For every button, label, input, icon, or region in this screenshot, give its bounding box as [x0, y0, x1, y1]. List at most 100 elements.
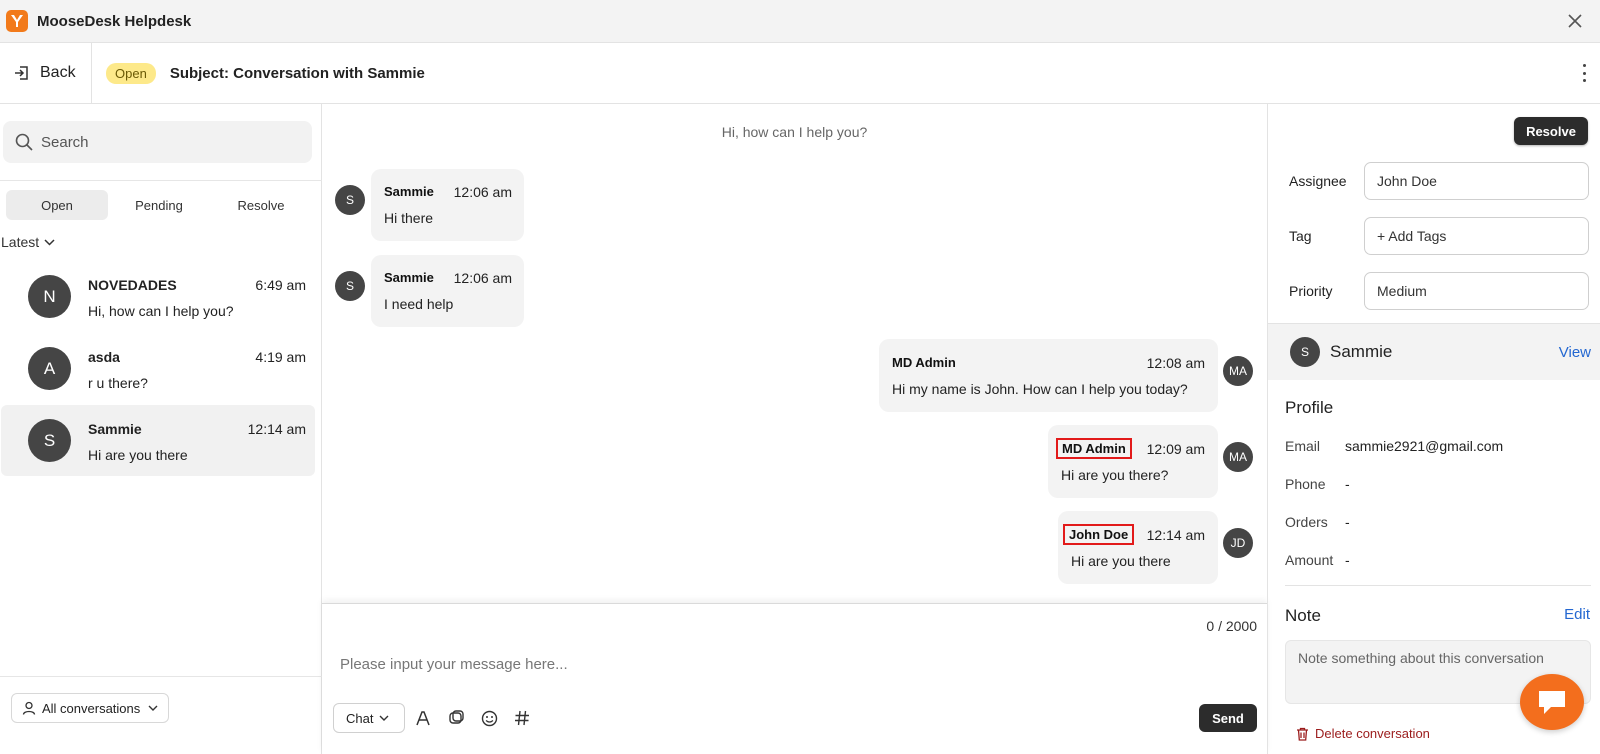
tab-open[interactable]: Open [6, 190, 108, 220]
delete-label: Delete conversation [1315, 726, 1430, 741]
conversation-list-panel: Open Pending Resolve Latest N NOVEDADES … [0, 104, 322, 754]
message-bubble: John Doe 12:14 am Hi are you there [1058, 511, 1218, 584]
view-customer-link[interactable]: View [1559, 344, 1591, 361]
filter-label: All conversations [42, 700, 141, 716]
trash-icon [1297, 727, 1308, 741]
channel-select[interactable]: Chat [333, 703, 405, 733]
send-button[interactable]: Send [1199, 704, 1257, 732]
message-composer: 0 / 2000 Chat Send [322, 603, 1267, 754]
message-time: 12:06 am [453, 270, 512, 286]
character-counter: 0 / 2000 [1206, 618, 1257, 634]
message-time: 12:09 am [1146, 441, 1205, 457]
details-panel: Resolve Assignee John Doe Tag + Add Tags… [1267, 104, 1600, 754]
conversation-item[interactable]: A asda 4:19 am r u there? [1, 333, 315, 404]
avatar: S [335, 271, 365, 301]
message-bubble: Sammie 12:06 am Hi there [371, 169, 524, 241]
conversation-name: asda [88, 349, 120, 365]
message-bubble: Sammie 12:06 am I need help [371, 255, 524, 327]
phone-label: Phone [1285, 476, 1326, 492]
status-tabs: Open Pending Resolve [6, 190, 312, 220]
avatar: S [335, 185, 365, 215]
attachment-icon[interactable] [445, 707, 467, 729]
note-title: Note [1285, 606, 1321, 625]
text-format-icon[interactable] [412, 707, 434, 729]
message-bubble: MD Admin 12:09 am Hi are you there? [1048, 425, 1218, 498]
status-badge: Open [106, 62, 156, 84]
conversation-filter-dropdown[interactable]: All conversations [11, 693, 170, 723]
conversation-time: 6:49 am [255, 277, 306, 293]
message-author: Sammie [384, 270, 434, 285]
message-time: 12:06 am [453, 184, 512, 200]
search-box[interactable] [3, 121, 312, 163]
avatar: MA [1223, 442, 1253, 472]
app-title: MooseDesk Helpdesk [37, 12, 192, 30]
message-time: 12:14 am [1146, 527, 1205, 543]
channel-label: Chat [346, 710, 374, 726]
avatar: A [28, 347, 71, 390]
search-input[interactable] [41, 133, 281, 151]
emoji-icon[interactable] [478, 707, 500, 729]
message-author: Sammie [384, 184, 434, 199]
customer-name: Sammie [1330, 342, 1393, 361]
message-bubble: MD Admin 12:08 am Hi my name is John. Ho… [879, 339, 1218, 412]
message-author: MD Admin [892, 355, 956, 370]
assignee-select[interactable]: John Doe [1364, 162, 1589, 200]
conversation-item-selected[interactable]: S Sammie 12:14 am Hi are you there [1, 405, 315, 476]
title-bar: MooseDesk Helpdesk [0, 0, 1600, 43]
tab-resolve[interactable]: Resolve [210, 190, 312, 220]
conversation-preview: Hi are you there [88, 447, 188, 463]
email-value: sammie2921@gmail.com [1345, 438, 1504, 454]
message-text: I need help [384, 296, 454, 312]
orders-value: - [1345, 514, 1350, 530]
conversation-header: Back Open Subject: Conversation with Sam… [0, 43, 1600, 104]
tab-pending[interactable]: Pending [108, 190, 210, 220]
message-text: Hi are you there [1071, 553, 1171, 569]
message-input[interactable] [340, 656, 1240, 682]
message-time: 12:08 am [1146, 355, 1205, 371]
assignee-label: Assignee [1289, 173, 1347, 189]
message-text: Hi are you there? [1061, 467, 1169, 483]
hashtag-icon[interactable] [511, 707, 533, 729]
tag-label: Tag [1289, 228, 1312, 244]
back-icon [15, 66, 28, 80]
conversation-time: 4:19 am [255, 349, 306, 365]
system-message: Hi, how can I help you? [721, 124, 868, 140]
conversation-name: NOVEDADES [88, 277, 177, 293]
message-author: MD Admin [1056, 438, 1132, 459]
back-button[interactable]: Back [0, 43, 92, 103]
moose-logo-icon [6, 10, 28, 32]
message-text: Hi my name is John. How can I help you t… [892, 381, 1188, 397]
amount-value: - [1345, 552, 1350, 568]
conversation-item[interactable]: N NOVEDADES 6:49 am Hi, how can I help y… [1, 261, 315, 332]
chevron-down-icon [148, 705, 158, 711]
message-text: Hi there [384, 210, 434, 226]
resolve-button[interactable]: Resolve [1514, 117, 1588, 145]
sort-dropdown[interactable]: Latest [1, 234, 55, 250]
avatar: S [28, 419, 71, 462]
close-icon[interactable] [1564, 10, 1586, 32]
avatar: JD [1223, 528, 1253, 558]
live-chat-launcher[interactable] [1520, 674, 1584, 730]
chat-panel: Hi, how can I help you? S Sammie 12:06 a… [322, 104, 1267, 754]
tag-input[interactable]: + Add Tags [1364, 217, 1589, 255]
user-icon [22, 701, 36, 715]
message-author: John Doe [1062, 524, 1135, 545]
divider [0, 676, 322, 677]
conversation-subject: Subject: Conversation with Sammie [169, 64, 425, 82]
sort-label: Latest [1, 234, 40, 250]
divider [1285, 585, 1591, 586]
profile-title: Profile [1285, 398, 1334, 417]
priority-label: Priority [1289, 283, 1333, 299]
edit-note-link[interactable]: Edit [1564, 606, 1590, 623]
phone-value: - [1345, 476, 1350, 492]
email-label: Email [1285, 438, 1321, 454]
avatar: MA [1223, 356, 1253, 386]
chat-bubble-icon [1539, 691, 1565, 714]
priority-select[interactable]: Medium [1364, 272, 1589, 310]
more-options-icon[interactable] [1578, 61, 1590, 85]
delete-conversation-button[interactable]: Delete conversation [1296, 726, 1430, 741]
chevron-down-icon [44, 238, 55, 246]
avatar: S [1290, 337, 1320, 367]
conversation-preview: r u there? [88, 375, 148, 391]
conversation-preview: Hi, how can I help you? [88, 303, 234, 319]
